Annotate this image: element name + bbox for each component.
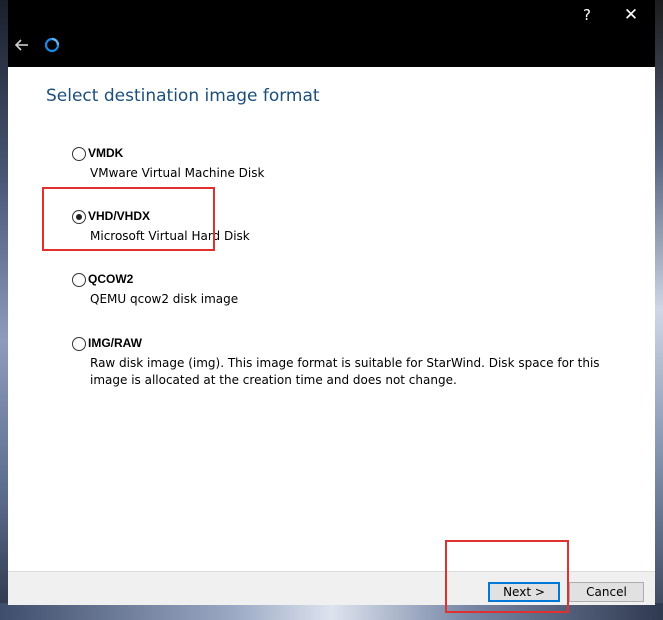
radio-img-raw[interactable]	[72, 337, 86, 351]
title-bar: ? ✕	[8, 0, 655, 67]
desktop-background-left	[0, 0, 8, 620]
radio-vmdk[interactable]	[72, 147, 86, 161]
option-title: IMG/RAW	[88, 336, 142, 350]
option-vmdk[interactable]: VMDK VMware Virtual Machine Disk	[72, 146, 632, 180]
option-description: VMware Virtual Machine Disk	[90, 166, 265, 180]
option-description: Raw disk image (img). This image format …	[90, 356, 600, 387]
option-description: QEMU qcow2 disk image	[90, 292, 239, 306]
radio-qcow2[interactable]	[72, 273, 86, 287]
help-button[interactable]: ?	[573, 4, 601, 26]
option-title: VMDK	[88, 146, 124, 160]
back-arrow-icon[interactable]	[12, 35, 32, 55]
highlight-box-vhd-option	[42, 187, 215, 251]
option-title: QCOW2	[88, 272, 134, 286]
option-img-raw[interactable]: IMG/RAW Raw disk image (img). This image…	[72, 336, 632, 390]
option-qcow2[interactable]: QCOW2 QEMU qcow2 disk image	[72, 272, 632, 306]
desktop-background-right	[655, 0, 663, 620]
highlight-box-next-button	[445, 540, 569, 613]
cancel-button[interactable]: Cancel	[569, 582, 644, 602]
wizard-dialog: ? ✕ Select destination image format VMDK…	[8, 0, 655, 605]
page-title: Select destination image format	[46, 86, 320, 106]
close-button[interactable]: ✕	[617, 4, 645, 26]
app-logo-icon	[44, 37, 60, 53]
